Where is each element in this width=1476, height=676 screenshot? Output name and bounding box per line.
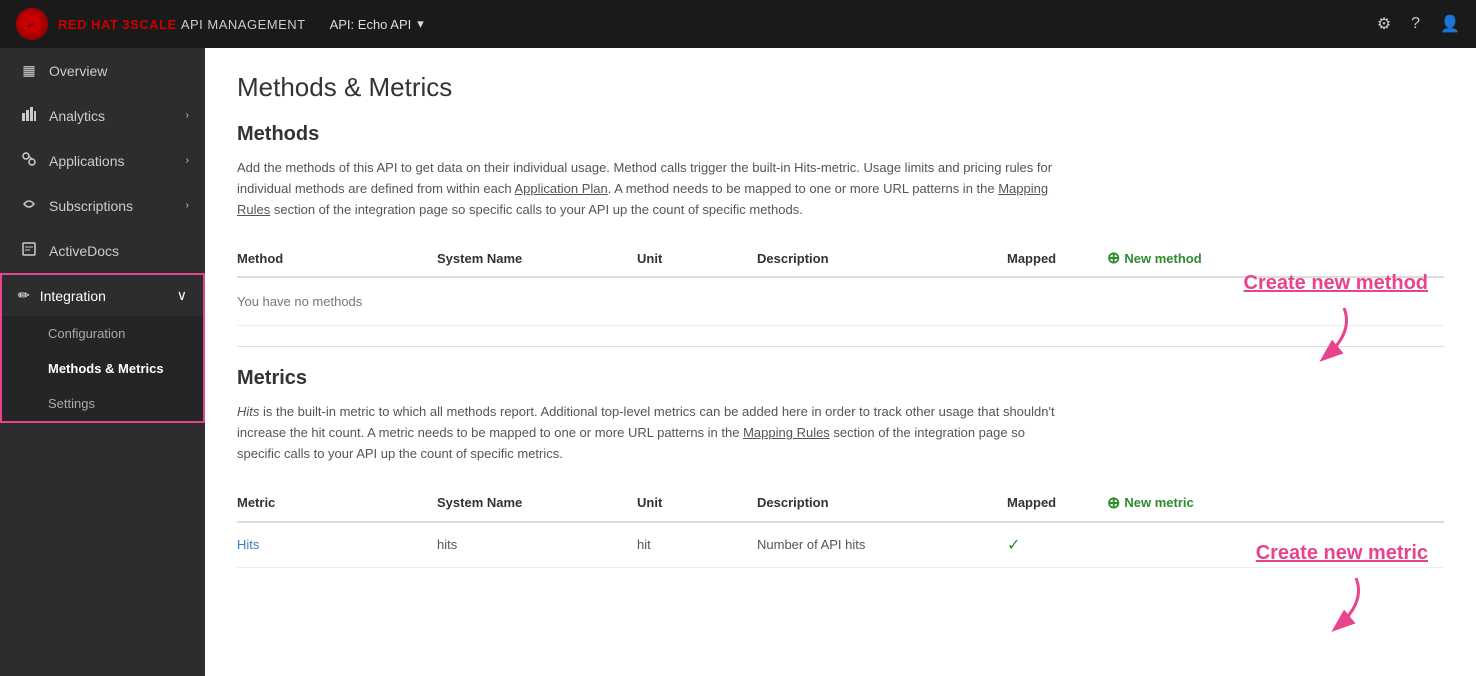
metric-mapped-cell: ✓: [1007, 522, 1107, 568]
analytics-icon: [19, 107, 39, 124]
integration-section: ✏ Integration ∨ Configuration Methods & …: [0, 273, 205, 423]
sidebar-item-analytics[interactable]: Analytics ›: [0, 93, 205, 138]
chevron-right-icon: ›: [186, 110, 189, 121]
metrics-col-mapped: Mapped: [1007, 485, 1107, 522]
user-icon[interactable]: 👤: [1440, 14, 1460, 34]
subscriptions-icon: [19, 197, 39, 214]
main-content: Methods & Metrics Methods Add the method…: [205, 48, 1476, 676]
annotation-metrics-text: Create new metric: [1256, 542, 1428, 565]
arrow-metrics: [1256, 573, 1376, 633]
redhat-logo: [16, 8, 48, 40]
methods-col-mapped: Mapped: [1007, 240, 1107, 277]
plus-icon: ⊕: [1107, 493, 1120, 513]
page-title: Methods & Metrics: [237, 72, 1444, 103]
sidebar-item-integration[interactable]: ✏ Integration ∨: [2, 275, 203, 316]
methods-col-unit: Unit: [637, 240, 757, 277]
create-new-metric-annotation: Create new metric: [1256, 542, 1428, 633]
sidebar-item-activedocs[interactable]: ActiveDocs: [0, 228, 205, 273]
gear-icon[interactable]: ⚙: [1377, 14, 1391, 34]
chevron-down-icon: ▾: [417, 16, 424, 32]
sidebar-sub-item-configuration[interactable]: Configuration: [2, 316, 203, 351]
sidebar: ▦ Overview Analytics › Applications › Su…: [0, 48, 205, 676]
metrics-col-unit: Unit: [637, 485, 757, 522]
sidebar-item-label: Integration: [40, 288, 106, 304]
top-header: RED HAT 3SCALE API MANAGEMENT API: Echo …: [0, 0, 1476, 48]
content-wrapper: Methods & Metrics Methods Add the method…: [237, 72, 1444, 568]
chevron-right-icon: ›: [186, 155, 189, 166]
metrics-col-metric: Metric: [237, 485, 437, 522]
sidebar-item-label: Overview: [49, 63, 107, 79]
metrics-description: Hits is the built-in metric to which all…: [237, 402, 1057, 464]
metric-desc-cell: Number of API hits: [757, 522, 1007, 568]
annotation-methods-text: Create new method: [1244, 272, 1428, 295]
new-method-button[interactable]: ⊕ New method: [1107, 248, 1444, 268]
arrow-methods: [1244, 303, 1364, 363]
methods-col-desc: Description: [757, 240, 1007, 277]
sidebar-item-applications[interactable]: Applications ›: [0, 138, 205, 183]
chevron-down-icon: ∨: [177, 287, 187, 304]
help-icon[interactable]: ?: [1411, 15, 1420, 33]
integration-icon: ✏: [18, 287, 30, 304]
logo-area: RED HAT 3SCALE API MANAGEMENT: [16, 8, 306, 40]
integration-submenu: Configuration Methods & Metrics Settings: [2, 316, 203, 421]
main-layout: ▦ Overview Analytics › Applications › Su…: [0, 48, 1476, 676]
brand-text: RED HAT 3SCALE API MANAGEMENT: [58, 17, 306, 32]
applications-icon: [19, 152, 39, 169]
new-metric-button[interactable]: ⊕ New metric: [1107, 493, 1444, 513]
methods-col-sysname: System Name: [437, 240, 637, 277]
metric-sysname-cell: hits: [437, 522, 637, 568]
hits-link[interactable]: Hits: [237, 537, 259, 552]
sidebar-item-subscriptions[interactable]: Subscriptions ›: [0, 183, 205, 228]
plus-icon: ⊕: [1107, 248, 1120, 268]
methods-col-method: Method: [237, 240, 437, 277]
metric-unit-cell: hit: [637, 522, 757, 568]
metrics-section-title: Metrics: [237, 367, 1444, 390]
metrics-col-action: ⊕ New metric: [1107, 485, 1444, 522]
sidebar-item-overview[interactable]: ▦ Overview: [0, 48, 205, 93]
sidebar-item-label: Subscriptions: [49, 198, 133, 214]
overview-icon: ▦: [19, 62, 39, 79]
create-new-method-annotation: Create new method: [1244, 272, 1428, 363]
application-plan-link[interactable]: Application Plan: [515, 181, 608, 196]
sidebar-sub-item-settings[interactable]: Settings: [2, 386, 203, 421]
checkmark-icon: ✓: [1007, 537, 1020, 554]
mapping-rules-link-methods[interactable]: Mapping Rules: [237, 181, 1048, 217]
mapping-rules-link-metrics[interactable]: Mapping Rules: [743, 425, 830, 440]
chevron-right-icon: ›: [186, 200, 189, 211]
sidebar-item-label: Applications: [49, 153, 125, 169]
metrics-col-desc: Description: [757, 485, 1007, 522]
sidebar-item-label: Analytics: [49, 108, 105, 124]
api-selector[interactable]: API: Echo API ▾: [330, 16, 424, 32]
methods-description: Add the methods of this API to get data …: [237, 158, 1057, 220]
metrics-section: Metrics Hits is the built-in metric to w…: [237, 367, 1444, 567]
metrics-col-sysname: System Name: [437, 485, 637, 522]
header-actions: ⚙ ? 👤: [1377, 14, 1460, 34]
activedocs-icon: [19, 242, 39, 259]
methods-section-title: Methods: [237, 123, 1444, 146]
metric-name-cell: Hits: [237, 522, 437, 568]
sidebar-item-label: ActiveDocs: [49, 243, 119, 259]
sidebar-sub-item-methods-metrics[interactable]: Methods & Metrics: [2, 351, 203, 386]
